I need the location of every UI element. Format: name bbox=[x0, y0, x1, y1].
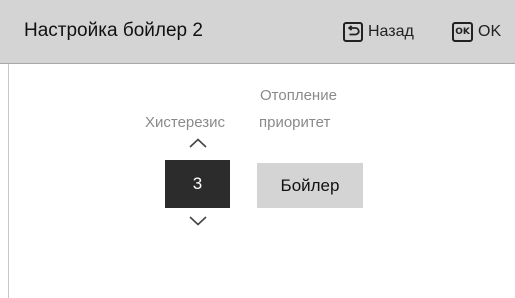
chevron-up-icon[interactable] bbox=[187, 137, 209, 149]
ok-button[interactable]: OK OK bbox=[452, 21, 501, 43]
heating-priority-label-line1: Отопление bbox=[260, 87, 337, 104]
page-title: Настройка бойлер 2 bbox=[24, 20, 203, 41]
ok-label: OK bbox=[478, 23, 502, 40]
back-label: Назад bbox=[368, 23, 414, 40]
heating-priority-label-line2: приоритет bbox=[259, 114, 331, 131]
heating-priority-value[interactable]: Бойлер bbox=[257, 163, 363, 208]
left-border-line bbox=[8, 64, 9, 298]
back-button[interactable]: Назад bbox=[343, 21, 414, 43]
ok-icon: OK bbox=[452, 22, 473, 42]
back-arrow-icon bbox=[343, 22, 363, 42]
hysteresis-value[interactable]: 3 bbox=[165, 160, 230, 208]
chevron-down-icon[interactable] bbox=[187, 215, 209, 227]
hysteresis-label: Хистерезис bbox=[145, 114, 226, 131]
header-bar: Настройка бойлер 2 Назад OK OK bbox=[0, 0, 515, 64]
settings-screen: Настройка бойлер 2 Назад OK OK Хистерези… bbox=[0, 0, 515, 298]
